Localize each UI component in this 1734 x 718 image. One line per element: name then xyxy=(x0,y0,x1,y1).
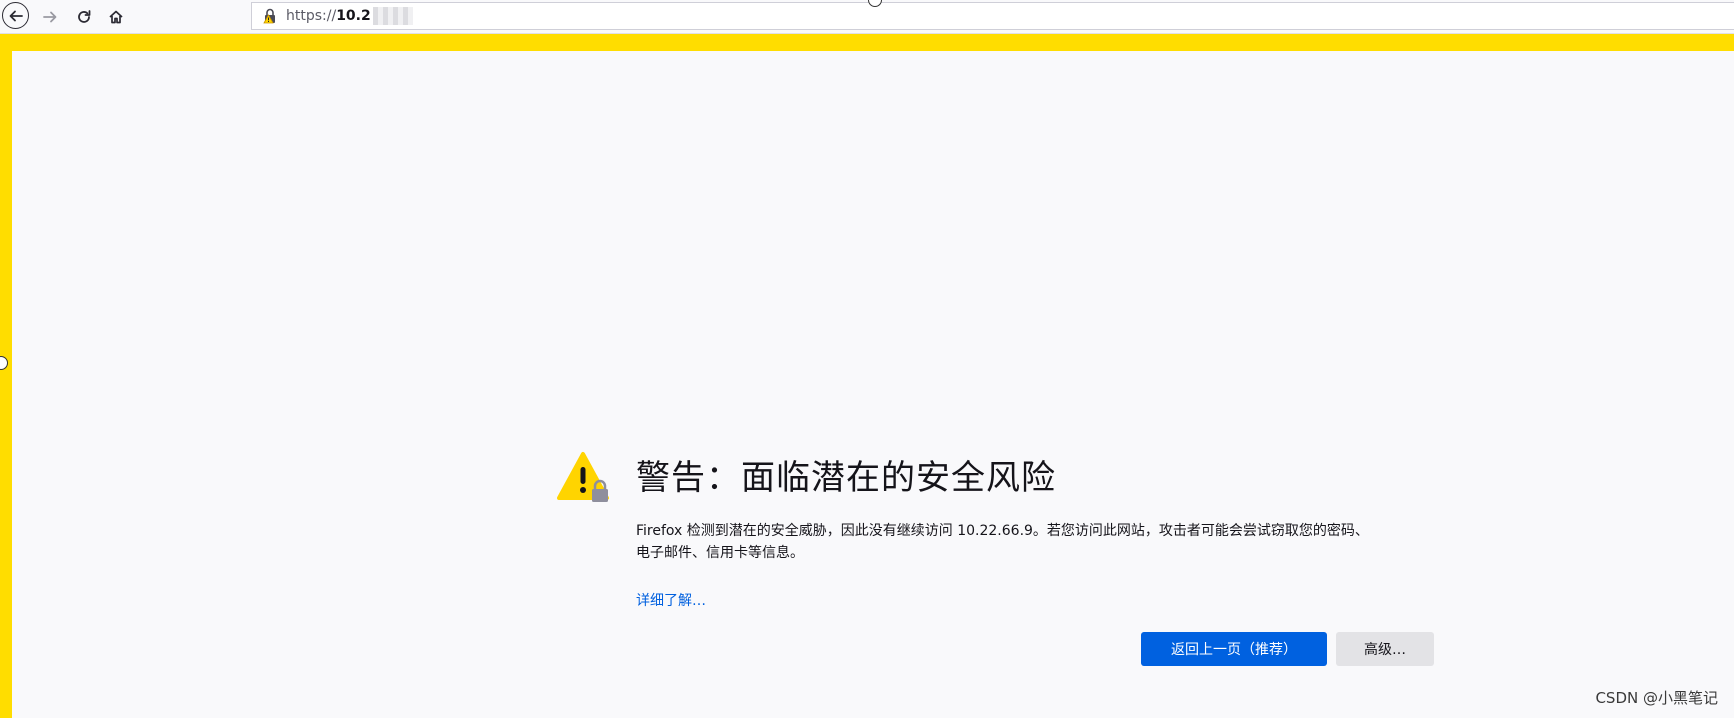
reload-icon xyxy=(78,10,91,23)
back-button[interactable] xyxy=(2,2,29,29)
url-scheme: https:// xyxy=(286,8,337,24)
warning-lock-icon[interactable] xyxy=(260,6,280,26)
page-title: 警告：面临潜在的安全风险 xyxy=(636,458,1056,498)
forward-arrow-icon xyxy=(43,11,57,23)
url-host: 10.2 xyxy=(336,8,371,24)
reload-button[interactable] xyxy=(70,3,98,31)
error-description: Firefox 检测到潜在的安全威胁，因此没有继续访问 10.22.66.9。若… xyxy=(636,520,1436,564)
home-button[interactable] xyxy=(102,3,130,31)
url-bar[interactable]: https:// 10.2 xyxy=(251,2,1734,30)
back-arrow-icon xyxy=(9,10,23,21)
learn-more-link[interactable]: 详细了解… xyxy=(636,590,706,610)
description-line-1: Firefox 检测到潜在的安全威胁，因此没有继续访问 10.22.66.9。若… xyxy=(636,523,1369,539)
description-line-2: 电子邮件、信用卡等信息。 xyxy=(636,545,804,561)
browser-toolbar: https:// 10.2 xyxy=(0,0,1734,34)
watermark: CSDN @小黑笔记 xyxy=(1595,689,1718,707)
go-back-button[interactable]: 返回上一页（推荐） xyxy=(1141,632,1327,666)
advanced-button[interactable]: 高级… xyxy=(1336,632,1434,666)
error-page xyxy=(12,51,1734,718)
url-redacted-mask xyxy=(372,7,413,25)
warning-lock-icon xyxy=(557,452,609,502)
forward-button[interactable] xyxy=(36,3,64,31)
home-icon xyxy=(109,10,123,24)
